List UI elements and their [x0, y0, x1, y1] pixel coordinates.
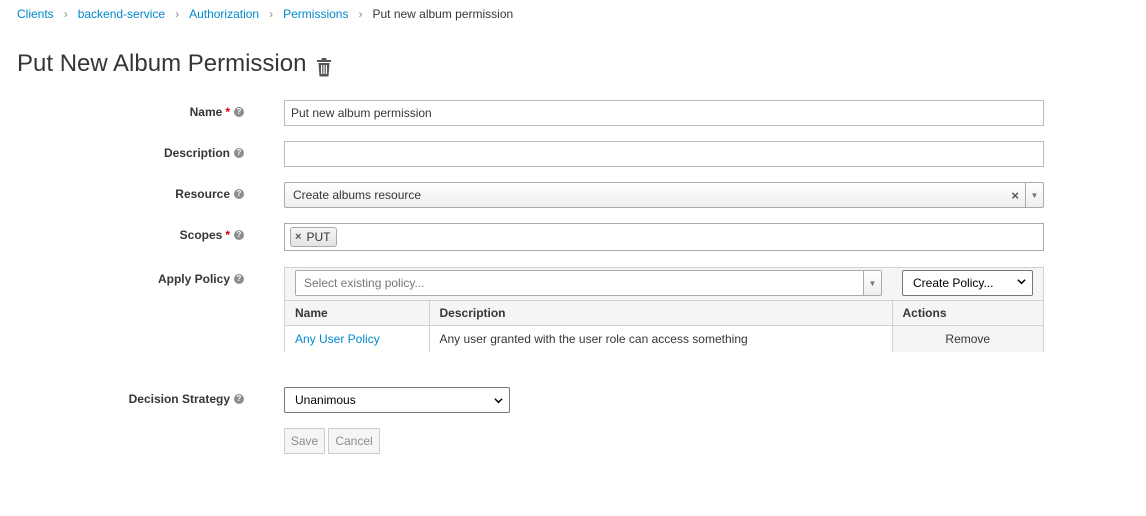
column-header-description: Description: [429, 300, 893, 326]
breadcrumb-clients[interactable]: Clients: [17, 7, 54, 21]
required-marker: *: [225, 228, 230, 242]
decision-strategy-value: Unanimous: [295, 393, 356, 407]
breadcrumb-separator: ›: [63, 7, 68, 21]
scope-tag-label: PUT: [306, 230, 331, 244]
column-header-actions: Actions: [892, 300, 1043, 326]
required-marker: *: [225, 105, 230, 119]
scopes-input[interactable]: × PUT: [284, 223, 1044, 251]
policy-table: Name Description Actions Any User Policy…: [285, 300, 1043, 352]
breadcrumb: Clients › backend-service › Authorizatio…: [17, 7, 513, 21]
chevron-down-icon: [1017, 279, 1026, 285]
create-policy-label: Create Policy...: [913, 276, 994, 290]
help-icon[interactable]: ?: [234, 274, 244, 284]
breadcrumb-separator: ›: [358, 7, 363, 21]
table-row: Any User Policy Any user granted with th…: [285, 325, 1043, 352]
chevron-down-icon: [494, 398, 503, 404]
scope-tag: × PUT: [290, 227, 338, 247]
breadcrumb-separator: ›: [175, 7, 180, 21]
apply-policy-label: Apply Policy ?: [158, 272, 244, 286]
clear-icon[interactable]: ×: [1011, 189, 1019, 202]
resource-select[interactable]: Create albums resource × ▼: [284, 182, 1044, 208]
help-icon[interactable]: ?: [234, 230, 244, 240]
cancel-button[interactable]: Cancel: [328, 428, 380, 454]
breadcrumb-backend-service[interactable]: backend-service: [78, 7, 165, 21]
dropdown-arrow-icon[interactable]: ▼: [863, 271, 881, 295]
name-input[interactable]: Put new album permission: [284, 100, 1044, 126]
description-label-text: Description: [163, 146, 230, 160]
trash-icon[interactable]: [316, 56, 332, 77]
decision-strategy-select[interactable]: Unanimous: [284, 387, 510, 413]
name-label-text: Name: [189, 105, 223, 119]
scopes-label-text: Scopes: [179, 228, 223, 242]
help-icon[interactable]: ?: [234, 148, 244, 158]
breadcrumb-current: Put new album permission: [372, 7, 514, 21]
create-policy-select[interactable]: Create Policy...: [902, 270, 1033, 296]
scopes-label: Scopes * ?: [180, 228, 244, 242]
help-icon[interactable]: ?: [234, 107, 244, 117]
save-button[interactable]: Save: [284, 428, 325, 454]
description-input[interactable]: [284, 141, 1044, 167]
remove-policy-button[interactable]: Remove: [892, 325, 1043, 352]
breadcrumb-separator: ›: [269, 7, 274, 21]
apply-policy-label-text: Apply Policy: [157, 272, 230, 286]
dropdown-arrow-icon[interactable]: ▼: [1025, 183, 1043, 207]
breadcrumb-permissions[interactable]: Permissions: [283, 7, 348, 21]
resource-value: Create albums resource: [293, 188, 422, 202]
decision-strategy-label-text: Decision Strategy: [128, 392, 230, 406]
help-icon[interactable]: ?: [234, 394, 244, 404]
resource-label-text: Resource: [175, 187, 230, 201]
name-label: Name * ?: [190, 105, 244, 119]
existing-policy-placeholder: Select existing policy...: [304, 276, 425, 290]
apply-policy-panel: Select existing policy... ▼ Create Polic…: [284, 267, 1044, 352]
page-title: Put New Album Permission: [17, 50, 332, 78]
page-title-text: Put New Album Permission: [17, 50, 307, 77]
resource-label: Resource ?: [175, 187, 244, 201]
policy-name-cell: Any User Policy: [285, 325, 430, 352]
decision-strategy-label: Decision Strategy ?: [129, 392, 244, 406]
policy-name-link[interactable]: Any User Policy: [295, 332, 380, 346]
policy-description-cell: Any user granted with the user role can …: [429, 325, 893, 352]
table-header-row: Name Description Actions: [285, 300, 1043, 326]
description-label: Description ?: [164, 146, 244, 160]
help-icon[interactable]: ?: [234, 189, 244, 199]
column-header-name: Name: [285, 300, 430, 326]
existing-policy-select[interactable]: Select existing policy... ▼: [295, 270, 882, 296]
breadcrumb-authorization[interactable]: Authorization: [189, 7, 259, 21]
remove-tag-icon[interactable]: ×: [295, 231, 301, 243]
